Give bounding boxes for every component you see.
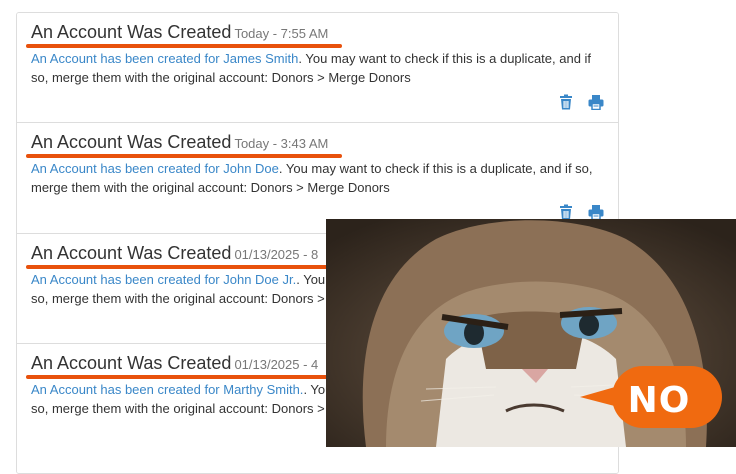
notification-actions: [548, 204, 604, 221]
meme-speech-bubble-text: NO: [627, 380, 691, 421]
notification-time: 01/13/2025 - 4: [234, 357, 319, 372]
trash-icon[interactable]: [558, 204, 574, 220]
notification-card: An Account Was Created Today - 3:43 AM An…: [17, 123, 618, 234]
notification-time: Today - 3:43 AM: [234, 136, 329, 151]
notification-title: An Account Was Created 01/13/2025 - 8: [31, 243, 319, 263]
trash-icon[interactable]: [558, 94, 574, 110]
notification-time: Today - 7:55 AM: [234, 26, 329, 41]
highlight-underline: [26, 265, 342, 269]
notification-actions: [548, 94, 604, 111]
account-link[interactable]: An Account has been created for John Doe…: [31, 272, 296, 287]
print-icon[interactable]: [588, 204, 604, 221]
notification-time: 01/13/2025 - 8: [234, 247, 319, 262]
account-link[interactable]: An Account has been created for James Sm…: [31, 51, 298, 66]
highlight-underline: [26, 44, 342, 48]
notification-title: An Account Was Created 01/13/2025 - 4: [31, 353, 319, 373]
notification-title: An Account Was Created Today - 3:43 AM: [31, 132, 329, 152]
print-icon[interactable]: [588, 94, 604, 111]
account-link[interactable]: An Account has been created for John Doe: [31, 161, 279, 176]
highlight-underline: [26, 375, 342, 379]
notification-title: An Account Was Created Today - 7:55 AM: [31, 22, 329, 42]
account-link[interactable]: An Account has been created for Marthy S…: [31, 382, 303, 397]
notification-card: An Account Was Created Today - 7:55 AM An…: [17, 13, 618, 123]
notification-message: An Account has been created for John Doe…: [31, 161, 593, 195]
highlight-underline: [26, 154, 342, 158]
notification-message: An Account has been created for James Sm…: [31, 51, 592, 85]
